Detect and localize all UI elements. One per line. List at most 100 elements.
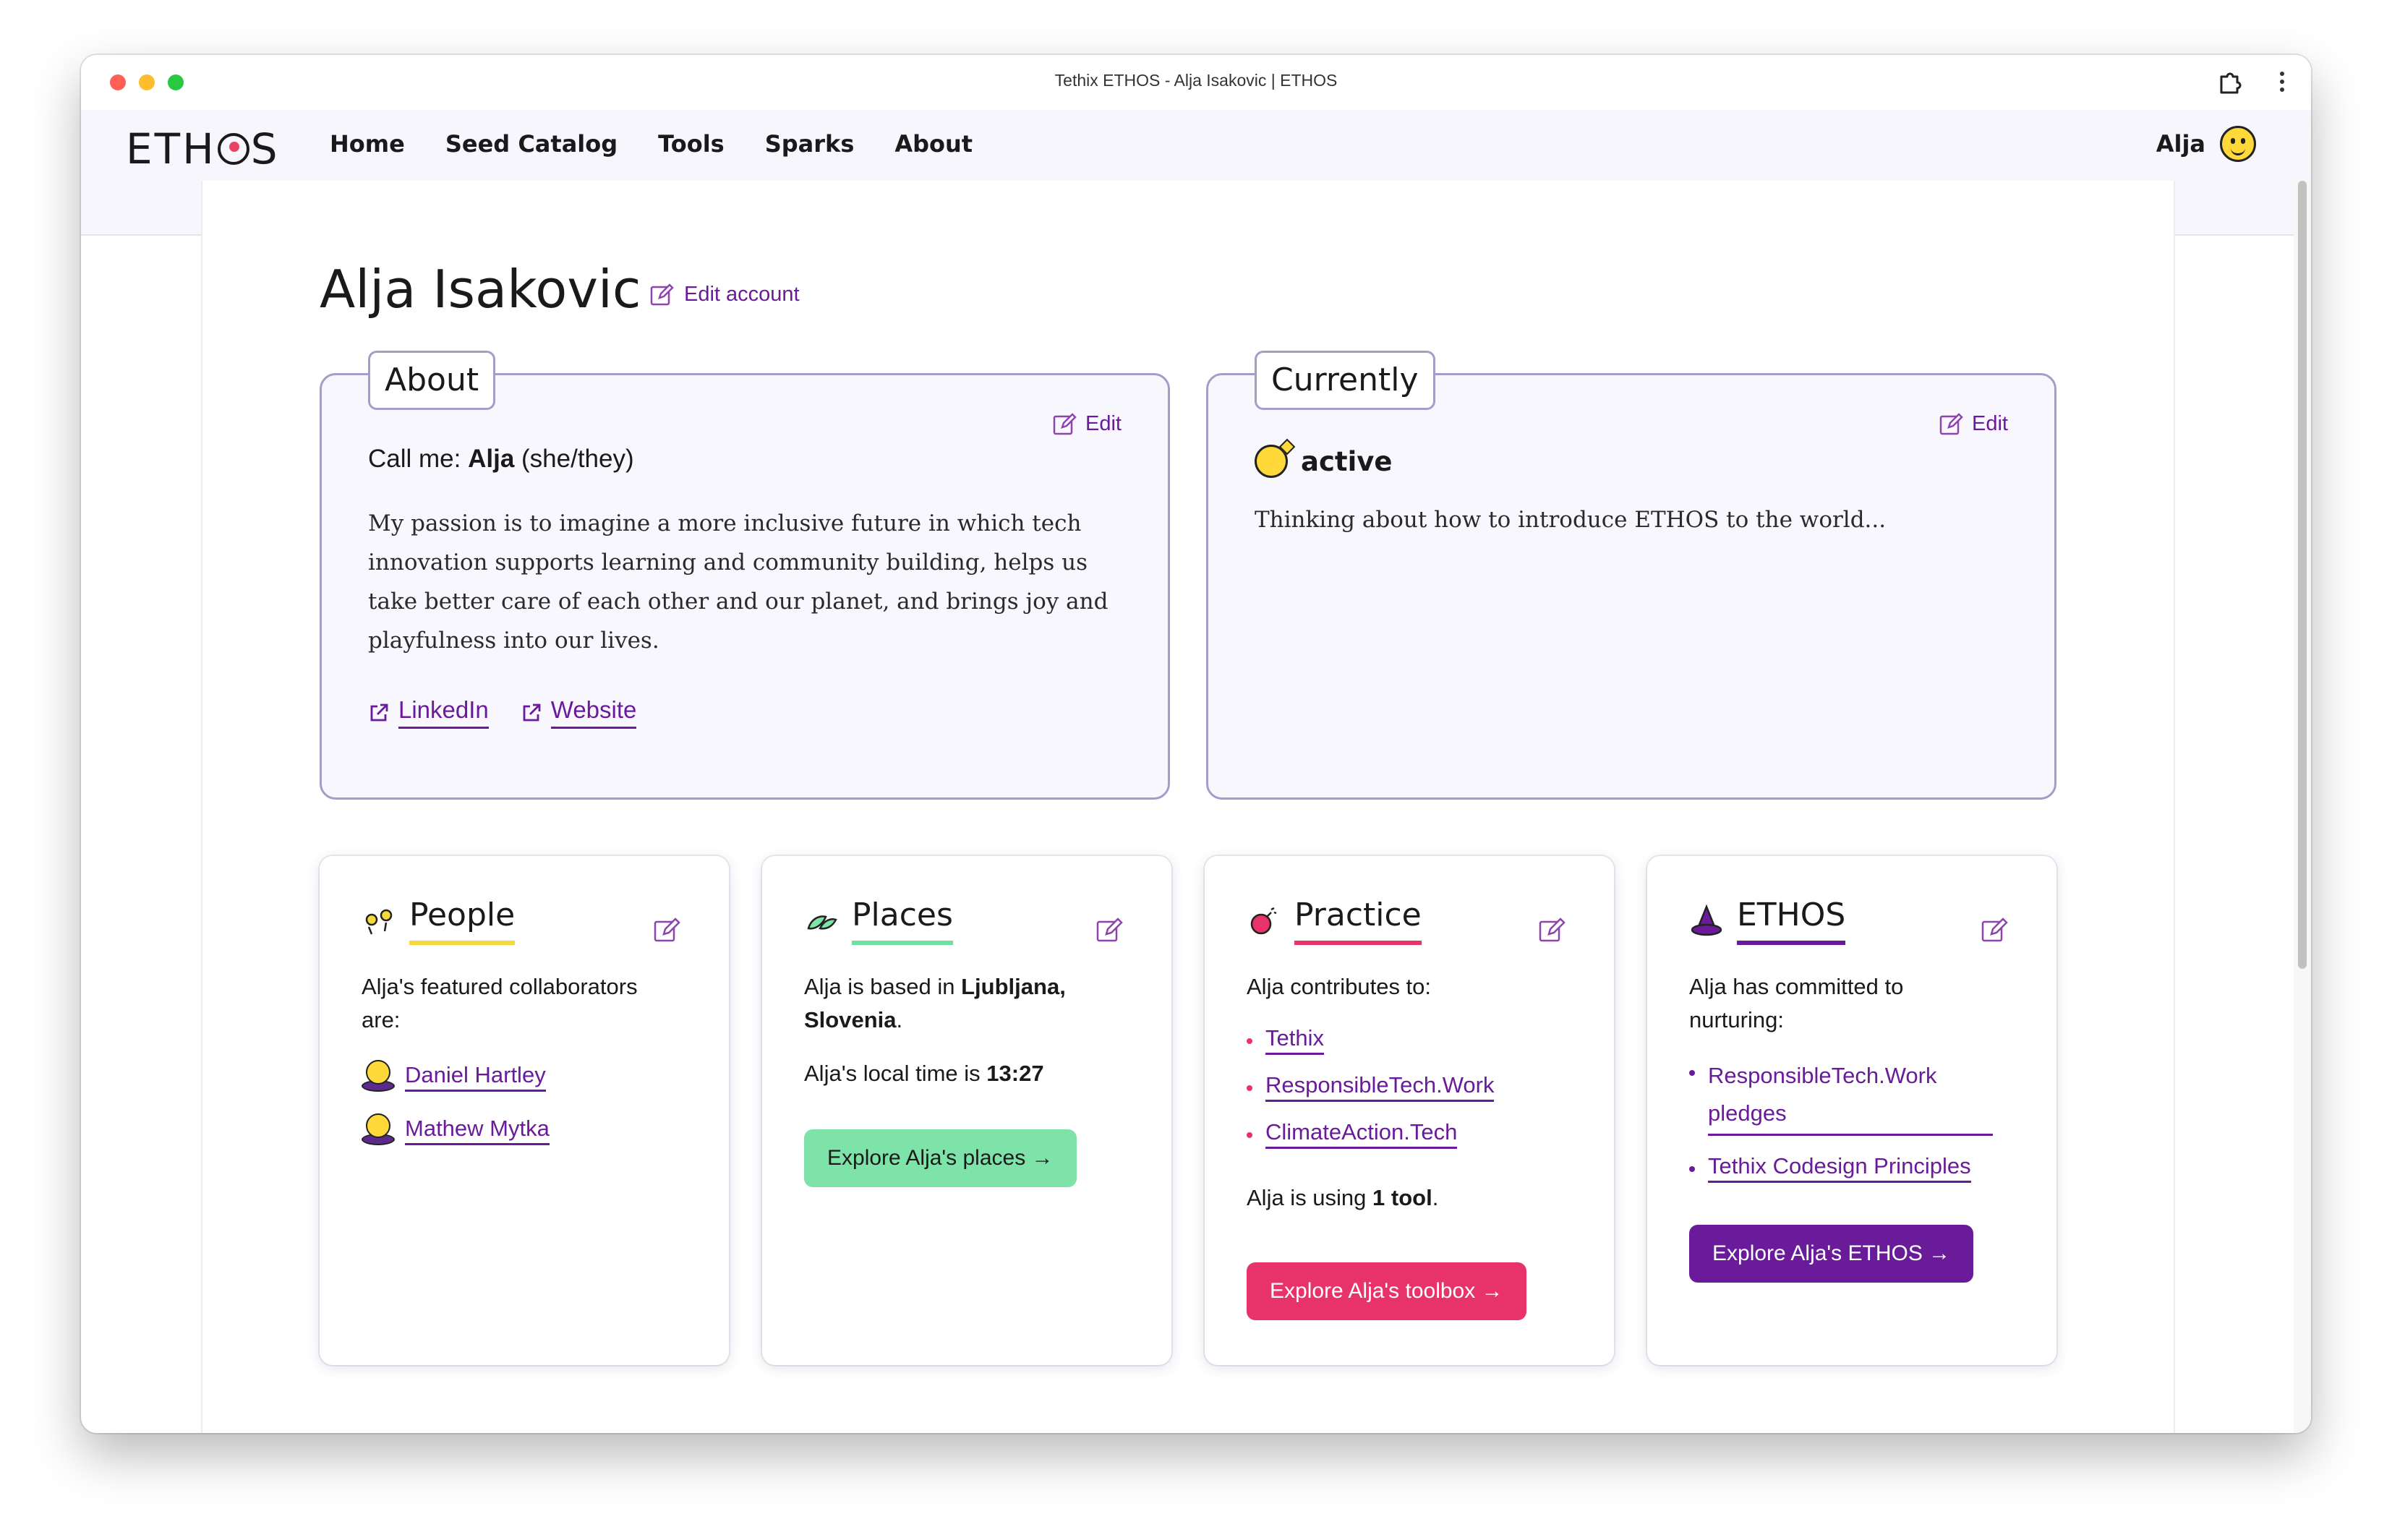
ethos-card-header: ETHOS <box>1689 897 1846 945</box>
pronouns: (she/they) <box>514 445 634 473</box>
linkedin-link[interactable]: LinkedIn <box>368 696 489 729</box>
practice-card: Practice Alja contributes to: Tethix Res… <box>1205 856 1614 1365</box>
user-avatar-smiley-icon <box>2220 126 2256 162</box>
explore-ethos-button[interactable]: Explore Alja's ETHOS → <box>1689 1225 1974 1283</box>
about-edit-button[interactable]: Edit <box>1052 411 1122 436</box>
call-me-name: Alja <box>468 445 515 473</box>
about-tab-label: About <box>368 351 496 410</box>
using-suffix: . <box>1432 1185 1439 1210</box>
scrollbar-thumb[interactable] <box>2298 181 2307 969</box>
browser-window: Tethix ETHOS - Alja Isakovic | ETHOS ETH… <box>81 55 2311 1433</box>
people-edit-icon[interactable] <box>652 915 681 944</box>
page-scrollbar[interactable] <box>2294 181 2311 1433</box>
explore-toolbox-button[interactable]: Explore Alja's toolbox → <box>1247 1262 1526 1320</box>
currently-panel: Currently Edit active Thinking about how… <box>1206 351 2056 800</box>
call-me-prefix: Call me: <box>368 445 469 473</box>
commitments-list: ResponsibleTech.Work pledges Tethix Code… <box>1689 1057 1993 1200</box>
contribution-link[interactable]: ResponsibleTech.Work <box>1265 1072 1495 1102</box>
sparkle-smiley-icon <box>1255 445 1288 478</box>
status-line: active <box>1255 445 1392 478</box>
external-link-icon <box>523 703 541 721</box>
user-name: Alja <box>2156 130 2205 158</box>
list-item: ResponsibleTech.Work pledges <box>1689 1057 1993 1136</box>
tools-used: Alja is using 1 tool. <box>1247 1181 1438 1215</box>
ethos-intro: Alja has committed to nurturing: <box>1689 974 1904 1032</box>
window-title: Tethix ETHOS - Alja Isakovic | ETHOS <box>1054 71 1338 90</box>
places-card: Places Alja is based in Ljubljana, Slove… <box>762 856 1171 1365</box>
practice-bomb-icon <box>1250 907 1277 934</box>
collaborator-avatar-icon <box>362 1060 395 1093</box>
people-card-title: People <box>409 897 516 945</box>
nav-about[interactable]: About <box>894 130 973 158</box>
nav-home[interactable]: Home <box>330 130 405 158</box>
places-card-title: Places <box>852 897 953 945</box>
currently-tab-label: Currently <box>1255 351 1435 410</box>
collaborator-item: Daniel Hartley <box>362 1060 546 1093</box>
commitment-link[interactable]: ResponsibleTech.Work pledges <box>1708 1057 1993 1136</box>
practice-intro: Alja contributes to: <box>1247 974 1432 999</box>
website-label: Website <box>550 696 637 729</box>
commitment-link[interactable]: Tethix Codesign Principles <box>1708 1153 1971 1183</box>
call-me-line: Call me: Alja (she/they) <box>368 445 634 474</box>
collaborator-avatar-icon <box>362 1113 395 1147</box>
nav-tools[interactable]: Tools <box>658 130 725 158</box>
places-edit-icon[interactable] <box>1095 915 1124 944</box>
status-value: active <box>1301 445 1393 477</box>
page-title: Alja Isakovic <box>320 259 641 320</box>
about-edit-label: Edit <box>1085 411 1122 435</box>
people-intro: Alja's featured collaborators are: <box>362 974 638 1032</box>
list-item: Tethix <box>1247 1025 1494 1055</box>
practice-edit-icon[interactable] <box>1537 915 1566 944</box>
tool-count: 1 tool <box>1372 1185 1432 1210</box>
nav-sparks[interactable]: Sparks <box>765 130 855 158</box>
people-card: People Alja's featured collaborators are… <box>320 856 729 1365</box>
main-nav: Home Seed Catalog Tools Sparks About <box>330 130 973 158</box>
contribution-link[interactable]: ClimateAction.Tech <box>1265 1119 1458 1149</box>
edit-pencil-icon <box>650 283 674 306</box>
people-sparks-icon <box>365 909 393 934</box>
ethos-card: ETHOS Alja has committed to nurturing: R… <box>1647 856 2056 1365</box>
currently-text: Thinking about how to introduce ETHOS to… <box>1255 507 1887 533</box>
collaborator-link[interactable]: Daniel Hartley <box>405 1062 546 1092</box>
website-link[interactable]: Website <box>521 696 637 729</box>
places-leaves-icon <box>807 915 837 930</box>
list-item: Tethix Codesign Principles <box>1689 1153 1993 1183</box>
contributions-list: Tethix ResponsibleTech.Work ClimateActio… <box>1247 1025 1495 1166</box>
places-card-header: Places <box>804 897 953 945</box>
user-menu[interactable]: Alja <box>2156 126 2256 162</box>
people-card-header: People <box>362 897 516 945</box>
extensions-icon[interactable] <box>2216 68 2244 97</box>
nav-seed-catalog[interactable]: Seed Catalog <box>445 130 618 158</box>
about-links: LinkedIn Website <box>368 696 637 729</box>
edit-pencil-icon <box>1053 413 1077 435</box>
time-prefix: Alja's local time is <box>804 1061 987 1086</box>
external-link-icon <box>370 703 388 721</box>
based-suffix: . <box>896 1007 903 1032</box>
contribution-link[interactable]: Tethix <box>1265 1025 1324 1055</box>
places-local-time: Alja's local time is 13:27 <box>804 1057 1044 1090</box>
using-prefix: Alja is using <box>1247 1185 1373 1210</box>
list-item: ClimateAction.Tech <box>1247 1119 1494 1149</box>
practice-card-header: Practice <box>1247 897 1422 945</box>
collaborator-link[interactable]: Mathew Mytka <box>405 1116 550 1145</box>
ethos-logo[interactable]: ETH S <box>126 124 280 174</box>
page-content: Alja Isakovic Edit account About Edit Ca… <box>201 181 2175 1433</box>
local-time-value: 13:27 <box>986 1061 1044 1086</box>
about-panel: About Edit Call me: Alja (she/they) My p… <box>320 351 1170 800</box>
more-menu-icon[interactable] <box>2275 68 2289 97</box>
edit-account-link[interactable]: Edit account <box>649 282 800 307</box>
edit-account-label: Edit account <box>684 282 800 306</box>
explore-places-button[interactable]: Explore Alja's places → <box>804 1129 1077 1187</box>
title-bar: Tethix ETHOS - Alja Isakovic | ETHOS <box>81 55 2311 110</box>
about-bio: My passion is to imagine a more inclusiv… <box>368 510 1109 654</box>
linkedin-label: LinkedIn <box>398 696 489 729</box>
ethos-card-title: ETHOS <box>1737 897 1846 945</box>
ethos-wizard-hat-icon <box>1691 904 1722 936</box>
ethos-edit-icon[interactable] <box>1980 915 2009 944</box>
list-item: ResponsibleTech.Work <box>1247 1072 1495 1102</box>
places-based-in: Alja is based in Ljubljana, Slovenia. <box>804 970 1129 1037</box>
currently-edit-button[interactable]: Edit <box>1939 411 2008 436</box>
practice-card-title: Practice <box>1294 897 1422 945</box>
based-prefix: Alja is based in <box>804 974 962 999</box>
collaborator-item: Mathew Mytka <box>362 1113 550 1147</box>
